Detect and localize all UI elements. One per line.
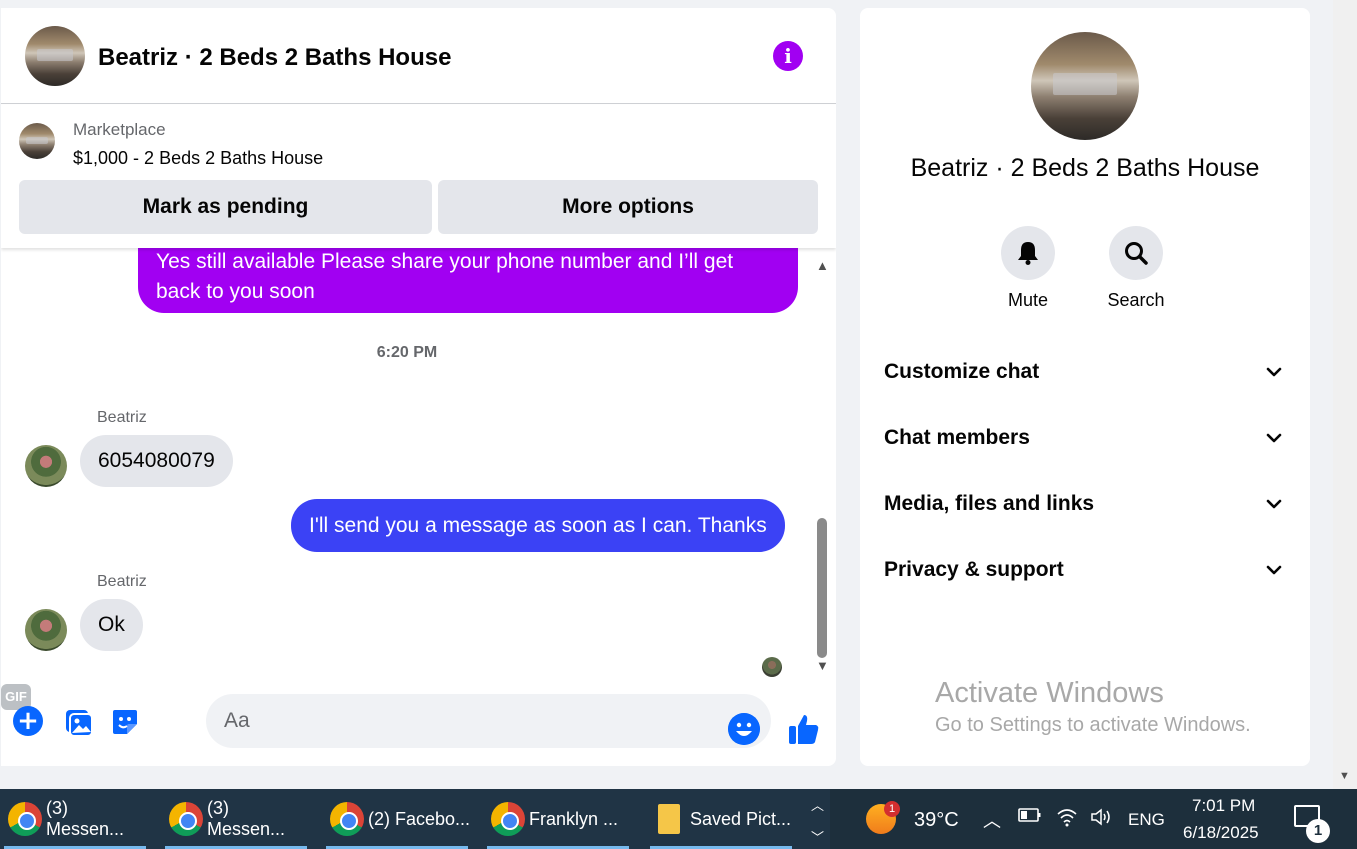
clock-date[interactable]: 6/18/2025 xyxy=(1183,823,1259,843)
conversation-info-panel: Beatriz · 2 Beds 2 Baths House Mute Sear… xyxy=(860,8,1310,766)
timestamp-separator: 6:20 PM xyxy=(376,344,438,361)
listing-source: Marketplace xyxy=(73,120,166,139)
taskbar-item-chrome[interactable]: (3) Messen... xyxy=(0,789,150,849)
bell-icon xyxy=(1001,226,1055,280)
search-button[interactable]: Search xyxy=(1096,226,1176,311)
conversation-avatar[interactable] xyxy=(25,26,85,86)
section-privacy-support[interactable]: Privacy & support xyxy=(884,550,1284,590)
section-customize-chat[interactable]: Customize chat xyxy=(884,352,1284,392)
wifi-icon[interactable] xyxy=(1056,807,1078,832)
watermark-subtitle: Go to Settings to activate Windows. xyxy=(935,714,1251,736)
message-list[interactable]: Yes still available Please share your ph… xyxy=(1,243,836,677)
sticker-icon[interactable] xyxy=(109,706,141,738)
page-scrollbar[interactable]: ▼ xyxy=(1333,0,1357,789)
chat-panel: Beatriz · 2 Beds 2 Baths House i Marketp… xyxy=(1,8,836,766)
message-composer: + GIF xyxy=(1,684,836,758)
taskbar-item-label: (3) Messen... xyxy=(207,798,286,839)
clock-time[interactable]: 7:01 PM xyxy=(1192,796,1255,816)
taskbar-item-label: Franklyn ... xyxy=(529,808,619,829)
outgoing-message[interactable]: I'll send you a message as soon as I can… xyxy=(291,499,785,552)
info-icon[interactable]: i xyxy=(773,41,803,71)
chat-header: Beatriz · 2 Beds 2 Baths House i xyxy=(1,8,836,104)
battery-icon[interactable] xyxy=(1018,807,1042,828)
thumbs-up-icon[interactable] xyxy=(787,712,821,746)
sender-avatar[interactable] xyxy=(25,445,67,487)
emoji-icon[interactable] xyxy=(728,713,760,745)
taskbar-item-label: (2) Facebo... xyxy=(368,808,471,829)
activate-windows-watermark: Activate Windows Go to Settings to activ… xyxy=(935,677,1251,737)
chevron-down-icon xyxy=(1266,367,1282,377)
section-label: Media, files and links xyxy=(884,492,1095,515)
chrome-icon xyxy=(8,802,42,836)
panel-avatar[interactable] xyxy=(1031,32,1139,140)
chevron-down-icon xyxy=(1266,433,1282,443)
notification-count-badge: 1 xyxy=(1306,819,1330,843)
chevron-down-icon xyxy=(1266,565,1282,575)
taskbar-item-label: Saved Pict... xyxy=(690,808,792,829)
taskbar-item-label: (3) Messen... xyxy=(46,798,125,839)
taskbar-apps: (3) Messen... (3) Messen... (2) Facebo..… xyxy=(0,789,830,849)
scroll-up-arrow-icon[interactable]: ▲ xyxy=(816,258,829,273)
chevron-up-icon[interactable]: ︿ xyxy=(811,795,824,814)
incoming-message[interactable]: 6054080079 xyxy=(80,435,233,487)
message-input[interactable] xyxy=(206,694,771,748)
chevron-down-icon xyxy=(1266,499,1282,509)
chrome-icon xyxy=(169,802,203,836)
taskbar-item-file-explorer[interactable]: Saved Pict... xyxy=(646,789,796,849)
section-label: Chat members xyxy=(884,426,1030,449)
chevron-down-icon[interactable]: ﹀ xyxy=(811,827,824,846)
read-receipt-avatar xyxy=(762,657,782,677)
sender-name: Beatriz xyxy=(97,573,147,590)
section-media-files-links[interactable]: Media, files and links xyxy=(884,484,1284,524)
listing-thumbnail[interactable] xyxy=(19,123,55,159)
watermark-title: Activate Windows xyxy=(935,677,1164,709)
conversation-title[interactable]: Beatriz · 2 Beds 2 Baths House xyxy=(98,44,451,72)
section-label: Privacy & support xyxy=(884,558,1064,581)
weather-temperature[interactable]: 39°C xyxy=(914,809,959,832)
folder-icon xyxy=(658,804,680,834)
marketplace-listing-bar: Marketplace $1,000 - 2 Beds 2 Baths Hous… xyxy=(1,105,836,248)
chrome-icon xyxy=(491,802,525,836)
section-chat-members[interactable]: Chat members xyxy=(884,418,1284,458)
search-icon xyxy=(1109,226,1163,280)
listing-title[interactable]: $1,000 - 2 Beds 2 Baths House xyxy=(73,148,323,169)
plus-icon[interactable]: + xyxy=(13,706,43,736)
search-label: Search xyxy=(1107,290,1165,310)
show-hidden-icons-icon[interactable]: ︿ xyxy=(983,807,1001,833)
mute-button[interactable]: Mute xyxy=(988,226,1068,311)
scroll-down-arrow-icon[interactable]: ▼ xyxy=(1339,770,1350,782)
message-scrollbar[interactable]: ▲ ▼ xyxy=(811,256,833,680)
more-options-button[interactable]: More options xyxy=(438,180,818,234)
chrome-icon xyxy=(330,802,364,836)
mark-as-pending-button[interactable]: Mark as pending xyxy=(19,180,432,234)
windows-taskbar: (3) Messen... (3) Messen... (2) Facebo..… xyxy=(0,789,1357,849)
sender-name: Beatriz xyxy=(97,409,147,426)
incoming-message[interactable]: Ok xyxy=(80,599,143,651)
sender-avatar[interactable] xyxy=(25,609,67,651)
scrollbar-thumb[interactable] xyxy=(817,518,827,658)
volume-icon[interactable] xyxy=(1090,807,1114,832)
taskbar-item-chrome[interactable]: Franklyn ... xyxy=(483,789,633,849)
outgoing-message[interactable]: Yes still available Please share your ph… xyxy=(138,243,798,313)
language-indicator[interactable]: ENG xyxy=(1128,810,1165,830)
mute-label: Mute xyxy=(1007,290,1049,310)
taskbar-item-chrome[interactable]: (2) Facebo... xyxy=(322,789,472,849)
panel-title: Beatriz · 2 Beds 2 Baths House xyxy=(910,154,1260,182)
scroll-down-arrow-icon[interactable]: ▼ xyxy=(816,658,829,673)
photo-icon[interactable] xyxy=(62,706,94,738)
weather-badge: 1 xyxy=(884,801,900,817)
section-label: Customize chat xyxy=(884,360,1040,383)
taskbar-item-chrome[interactable]: (3) Messen... xyxy=(161,789,311,849)
